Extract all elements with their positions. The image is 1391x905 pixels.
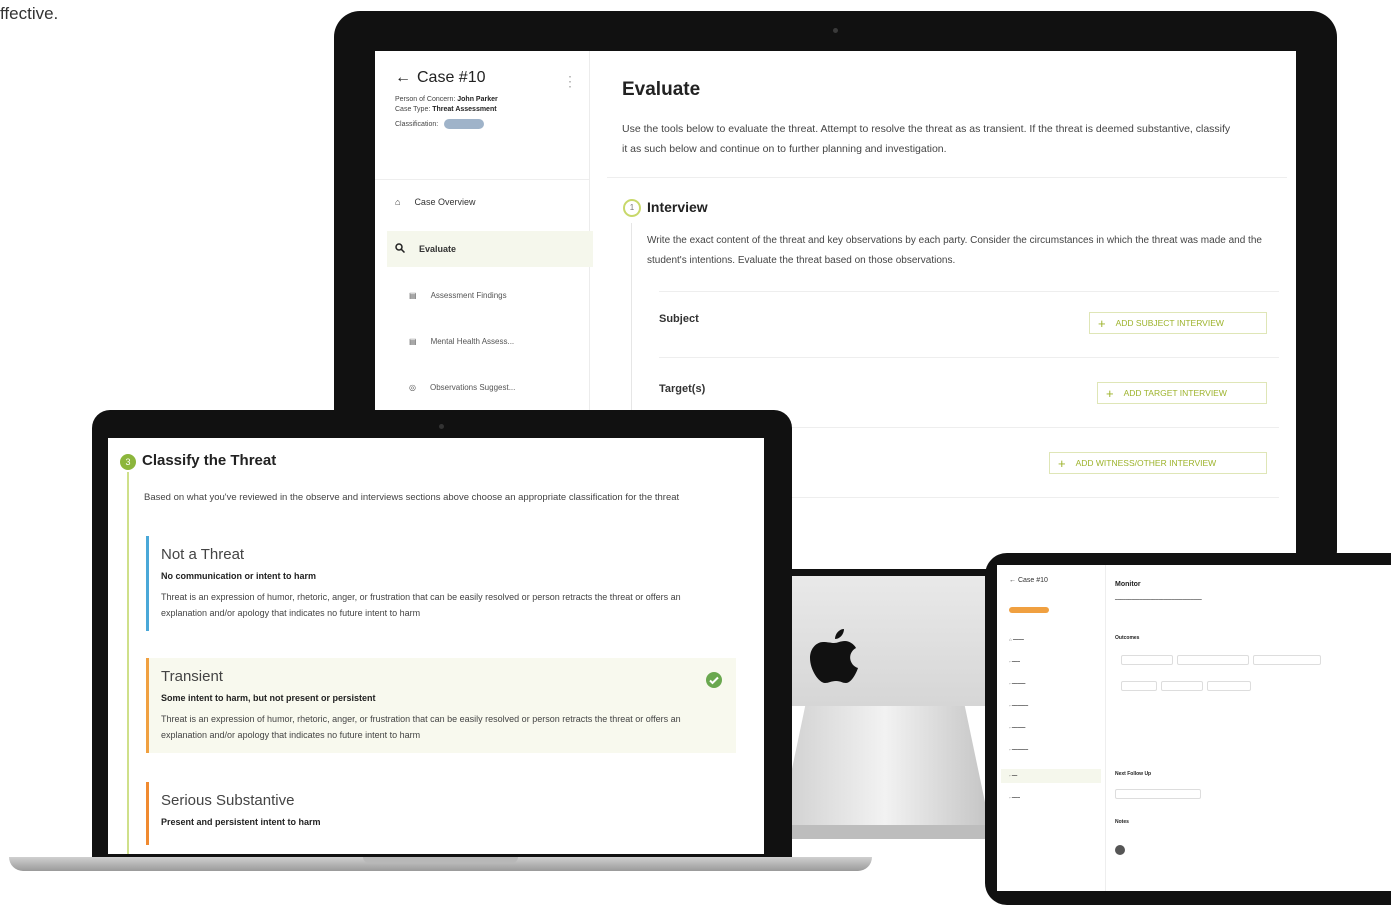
home-icon: ⌂ — [395, 197, 401, 207]
ipad-nav-item[interactable]: ⌂ ━━━━ — [1009, 637, 1024, 643]
add-witness-interview-button[interactable]: + ADD WITNESS/OTHER INTERVIEW — [1049, 452, 1267, 474]
add-subject-interview-button[interactable]: + ADD SUBJECT INTERVIEW — [1089, 312, 1267, 334]
ipad-chip[interactable] — [1207, 681, 1251, 691]
page-text-fragment: ffective. — [0, 4, 59, 23]
subject-label: Subject — [659, 313, 699, 325]
ipad-nav-item[interactable]: ◦ ━━━━━━ — [1009, 703, 1028, 709]
more-vert-icon[interactable]: ⋮ — [563, 73, 577, 90]
interview-description: Write the exact content of the threat an… — [647, 235, 1262, 266]
ipad-chip[interactable] — [1177, 655, 1249, 665]
classify-description: Based on what you've reviewed in the obs… — [144, 492, 680, 503]
nav-evaluate[interactable]: Evaluate — [387, 231, 593, 267]
ipad-followup-heading: Next Follow Up — [1115, 771, 1152, 777]
ipad-date-field[interactable] — [1115, 789, 1201, 799]
macbook-screen: 3 Classify the Threat Based on what you'… — [108, 438, 764, 854]
ipad-notes-heading: Notes — [1115, 819, 1129, 825]
search-icon — [395, 243, 406, 255]
avatar — [1115, 845, 1125, 855]
eye-icon: ◎ — [409, 383, 416, 392]
classification-badge — [444, 119, 485, 129]
imac-stand — [780, 706, 990, 826]
case-meta: Person of Concern: John Parker Case Type… — [395, 96, 498, 129]
plus-icon: + — [1098, 315, 1106, 331]
option-not-a-threat[interactable]: Not a Threat No communication or intent … — [146, 536, 736, 631]
ipad-main: Monitor ━━━━━━━━━━━━━━━━━━━━━━━━━━━━━━━━… — [1115, 565, 1391, 891]
ipad-chip[interactable] — [1161, 681, 1203, 691]
option-transient[interactable]: Transient Some intent to harm, but not p… — [146, 658, 736, 753]
page-title: Evaluate — [622, 79, 701, 100]
ipad-frame: ← Case #10 ⌂ ━━━━ ◦ ━━━ ◦ ━━━━━ ◦ ━━━━━━… — [985, 553, 1391, 905]
nav-assessment-findings[interactable]: ▤ Assessment Findings — [409, 291, 507, 300]
ipad-nav-item[interactable]: ◦ ━━━━━ — [1009, 681, 1025, 687]
macbook-frame: 3 Classify the Threat Based on what you'… — [92, 410, 792, 865]
apple-logo-icon — [810, 629, 858, 683]
classification-badge — [1009, 607, 1049, 613]
plus-icon: + — [1058, 455, 1066, 471]
interview-title: Interview — [647, 199, 708, 215]
ipad-nav-item[interactable]: ◦ ━━━━━ — [1009, 725, 1025, 731]
ipad-chip[interactable] — [1253, 655, 1321, 665]
ipad-chip[interactable] — [1121, 681, 1157, 691]
imac-stand-base — [760, 825, 1010, 839]
step-number: 3 — [120, 454, 136, 470]
ipad-sidebar: ← Case #10 ⌂ ━━━━ ◦ ━━━ ◦ ━━━━━ ◦ ━━━━━━… — [997, 565, 1106, 891]
check-circle-icon — [706, 672, 722, 688]
ipad-chip[interactable] — [1121, 655, 1173, 665]
ipad-case-title[interactable]: ← Case #10 — [1009, 577, 1048, 584]
step-number: 1 — [623, 199, 641, 217]
clipboard-icon: ▤ — [409, 337, 417, 346]
macbook-camera — [439, 424, 444, 429]
macbook-notch — [363, 857, 518, 863]
ipad-nav-item[interactable]: ◦ ━━━━━━ — [1009, 747, 1028, 753]
option-serious-substantive[interactable]: Serious Substantive Present and persiste… — [146, 782, 736, 845]
ipad-nav-item[interactable]: ◦ ━━━ — [1009, 795, 1020, 801]
ipad-nav-item[interactable]: ◦ ━━ — [1009, 773, 1017, 779]
ipad-page-title: Monitor — [1115, 581, 1141, 588]
nav-mental-health[interactable]: ▤ Mental Health Assess... — [409, 337, 514, 346]
imac-camera — [833, 28, 838, 33]
plus-icon: + — [1106, 385, 1114, 401]
nav-case-overview[interactable]: ⌂ Case Overview — [395, 197, 475, 207]
add-target-interview-button[interactable]: + ADD TARGET INTERVIEW — [1097, 382, 1267, 404]
back-link[interactable]: ← Case #10 — [395, 69, 589, 87]
ipad-outcomes-heading: Outcomes — [1115, 635, 1140, 641]
case-title: Case #10 — [417, 69, 486, 86]
ipad-screen: ← Case #10 ⌂ ━━━━ ◦ ━━━ ◦ ━━━━━ ◦ ━━━━━━… — [997, 565, 1391, 891]
classify-title: Classify the Threat — [142, 452, 277, 469]
page-description: Use the tools below to evaluate the thre… — [622, 123, 1231, 155]
clipboard-icon: ▤ — [409, 291, 417, 300]
target-label: Target(s) — [659, 383, 706, 395]
nav-observations[interactable]: ◎ Observations Suggest... — [409, 383, 515, 392]
arrow-left-icon: ← — [395, 69, 411, 86]
ipad-nav-item[interactable]: ◦ ━━━ — [1009, 659, 1020, 665]
